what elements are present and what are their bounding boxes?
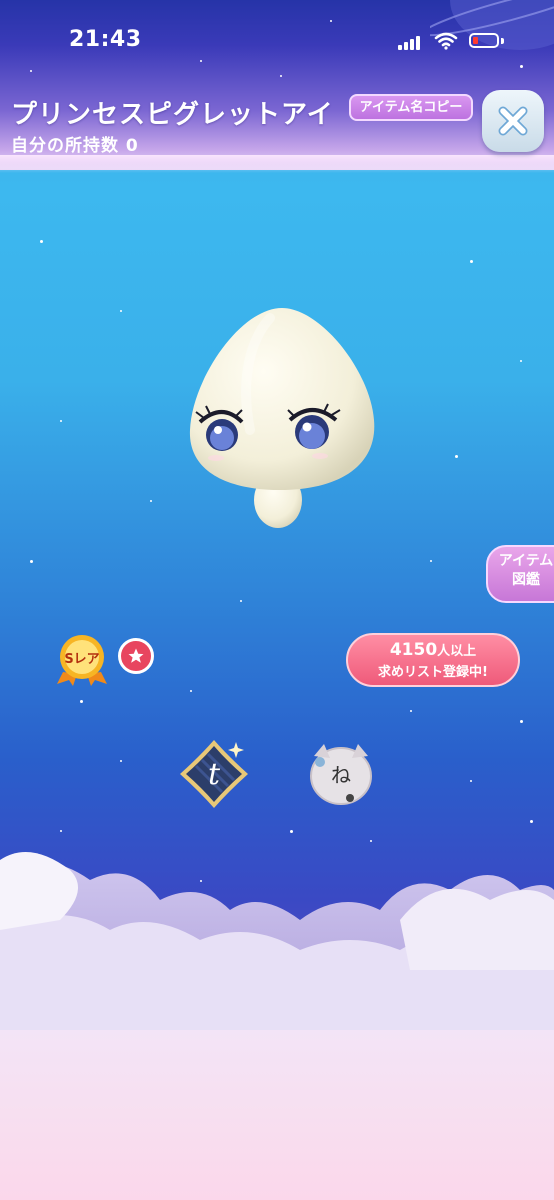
rarity-badge: Sレア [55, 632, 109, 686]
battery-icon [469, 33, 499, 48]
header-bar: 21:43 プリンセスピグレットアイ 自分の所持数 0 アイテム名コピー [0, 0, 554, 173]
owned-count: 自分の所持数 0 [11, 136, 139, 156]
cellular-signal-icon [398, 36, 422, 50]
svg-text:t: t [208, 757, 221, 792]
favorite-button[interactable] [118, 638, 154, 674]
close-button[interactable] [482, 90, 544, 152]
wifi-icon [434, 32, 458, 50]
wishlist-status: 求めリスト登録中! [378, 665, 488, 680]
wishlist-badge: 4150人以上 求めリスト登録中! [346, 633, 520, 687]
close-icon [498, 106, 528, 136]
tab-label-line1: アイテム [498, 553, 554, 569]
svg-text:ね: ね [331, 763, 351, 787]
t-tag-icon[interactable]: t [176, 736, 252, 812]
cloud-decoration [0, 852, 554, 1200]
cat-tag-icon[interactable]: ね [306, 742, 376, 806]
wishlist-count: 4150人以上 [389, 640, 477, 660]
copy-item-name-button[interactable]: アイテム名コピー [349, 94, 473, 121]
status-time: 21:43 [69, 27, 142, 52]
item-title: プリンセスピグレットアイ [11, 100, 334, 130]
item-detail-screen: 21:43 プリンセスピグレットアイ 自分の所持数 0 アイテム名コピー アイテ… [0, 0, 554, 1200]
planet-decoration [430, 0, 554, 50]
avatar-preview [189, 308, 375, 528]
header-glow [0, 155, 554, 173]
battery-tip [501, 38, 504, 44]
tab-label-line2: 図鑑 [512, 572, 540, 588]
rarity-label: Sレア [64, 652, 100, 667]
star-icon [128, 648, 144, 663]
item-encyclopedia-tab[interactable]: アイテム 図鑑 [486, 545, 554, 603]
